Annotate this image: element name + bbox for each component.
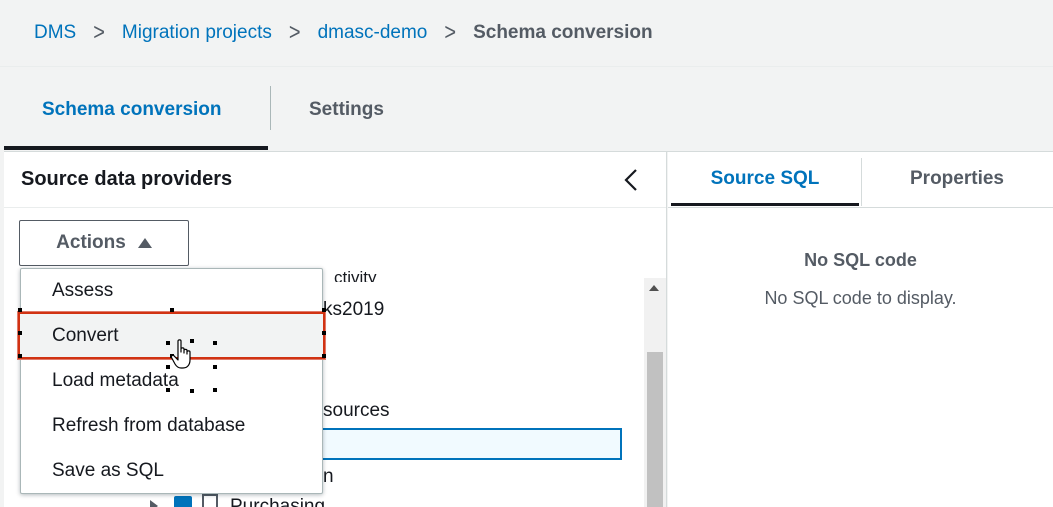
breadcrumb-project[interactable]: dmasc-demo	[318, 22, 428, 44]
breadcrumb-migration-projects[interactable]: Migration projects	[122, 22, 272, 44]
active-tab-indicator	[4, 146, 268, 150]
selection-handle	[213, 341, 217, 345]
actions-menu: Assess Convert Load metadata Refresh fro…	[18, 268, 325, 494]
chevron-left-icon	[624, 169, 637, 191]
panel-title: Source data providers	[21, 168, 233, 190]
breadcrumb-dms[interactable]: DMS	[34, 22, 76, 44]
tree-item-text[interactable]: sources	[323, 400, 390, 422]
empty-state-title: No SQL code	[804, 250, 917, 270]
selection-handle	[18, 331, 22, 335]
scroll-up-icon[interactable]	[649, 285, 659, 291]
menu-item-save-as-sql[interactable]: Save as SQL	[21, 449, 322, 493]
tree-scrollbar[interactable]	[644, 278, 666, 507]
empty-state-text: No SQL code to display.	[764, 288, 957, 308]
chevron-right-icon: >	[288, 19, 301, 46]
panel-header: Source data providers	[4, 152, 666, 208]
tab-properties[interactable]: Properties	[863, 152, 1051, 206]
selection-handle	[170, 308, 174, 312]
selection-handle	[18, 354, 22, 358]
selection-handle	[213, 388, 217, 392]
tab-divider	[861, 158, 862, 206]
chevron-right-icon: >	[444, 19, 457, 46]
tab-schema-conversion[interactable]: Schema conversion	[42, 68, 222, 152]
actions-label: Actions	[56, 232, 126, 253]
selection-handle	[190, 389, 194, 393]
breadcrumb-current: Schema conversion	[473, 22, 653, 43]
tab-divider	[270, 86, 271, 130]
tree-item-text[interactable]: ctivity	[334, 268, 377, 282]
tree-expand-icon[interactable]	[150, 500, 158, 507]
breadcrumb: DMS > Migration projects > dmasc-demo > …	[0, 0, 1053, 67]
tab-settings[interactable]: Settings	[309, 68, 384, 152]
main-tabs: Schema conversion Settings	[4, 68, 1053, 152]
selection-handle	[166, 388, 170, 392]
selection-handle	[322, 354, 326, 358]
caret-up-icon	[137, 238, 152, 248]
sql-panel-tabs: Source SQL Properties	[668, 152, 1053, 208]
hand-cursor-icon	[170, 339, 191, 369]
document-icon	[202, 494, 218, 507]
tree-item-text[interactable]: Purchasing	[230, 496, 325, 507]
actions-button[interactable]: Actions	[19, 220, 189, 266]
menu-item-refresh-from-database[interactable]: Refresh from database	[21, 404, 322, 448]
selection-handle	[322, 331, 326, 335]
selection-handle	[322, 308, 326, 312]
collapse-panel-button[interactable]	[616, 164, 646, 196]
menu-item-assess[interactable]: Assess	[21, 269, 322, 313]
tab-source-sql[interactable]: Source SQL	[671, 152, 859, 206]
tree-item-text[interactable]: ks2019	[323, 299, 384, 321]
chevron-right-icon: >	[93, 19, 105, 46]
scrollbar-thumb[interactable]	[647, 352, 663, 507]
active-tab-indicator	[671, 203, 859, 206]
tree-selected-row[interactable]	[314, 428, 622, 460]
tree-checkbox[interactable]	[174, 496, 192, 507]
sql-panel: Source SQL Properties No SQL code No SQL…	[668, 152, 1053, 507]
tree-item-text[interactable]: n	[323, 466, 334, 488]
selection-handle	[213, 365, 217, 369]
selection-handle	[18, 308, 22, 312]
